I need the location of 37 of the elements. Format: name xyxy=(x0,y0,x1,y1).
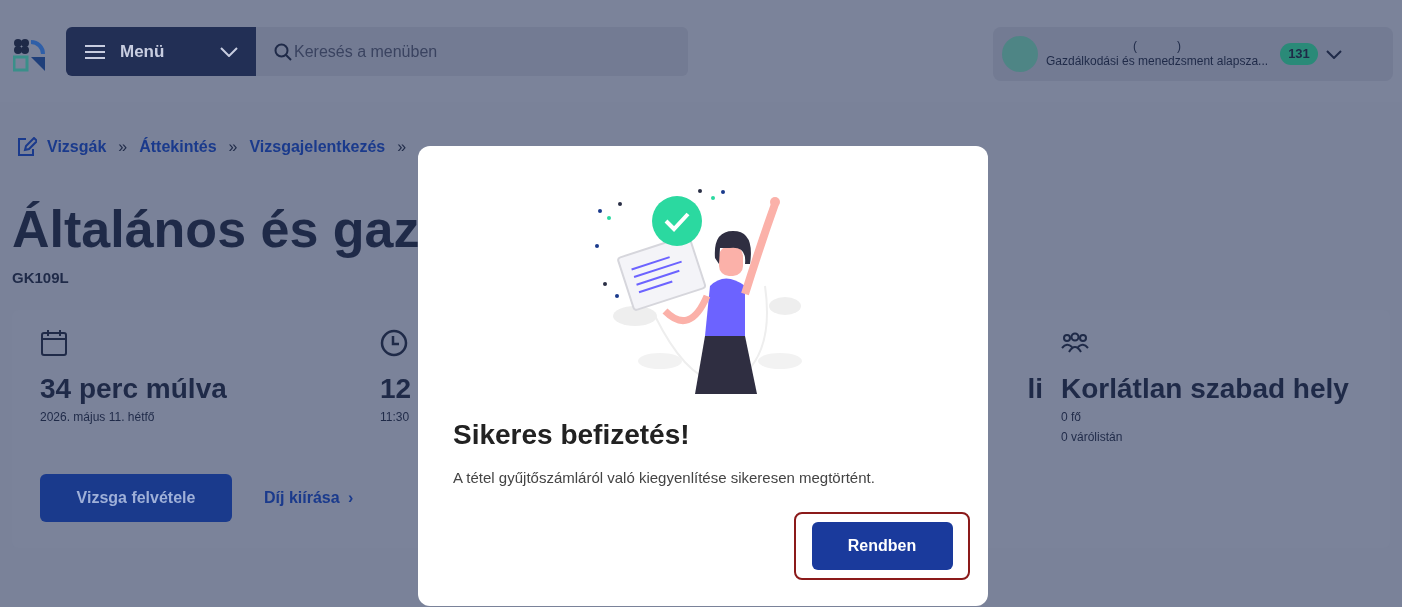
people-icon xyxy=(1061,331,1089,354)
search-field[interactable]: Keresés a menüben xyxy=(256,27,688,76)
account-switcher[interactable]: ( ) Gazdálkodási és menedzsment alapsza... 131 xyxy=(993,27,1393,81)
breadcrumb-link[interactable]: Vizsgák xyxy=(47,135,107,159)
clock-icon xyxy=(380,328,408,357)
notification-count: 131 xyxy=(1280,43,1318,65)
ok-button[interactable]: Rendben xyxy=(811,522,953,570)
search-icon xyxy=(274,43,292,61)
menu-icon xyxy=(84,43,106,60)
info-heading: Korlátlan szabad hely xyxy=(1061,371,1350,406)
info-detail: 0 várólistán xyxy=(1061,428,1124,446)
breadcrumb-separator: » xyxy=(397,137,407,157)
organization-name: Gazdálkodási és menedzsment alapsza... xyxy=(1046,54,1269,69)
info-detail: 11:30 xyxy=(380,408,411,426)
avatar xyxy=(1002,36,1038,72)
info-detail: 0 fő xyxy=(1061,408,1082,426)
info-heading: li xyxy=(1027,371,1043,406)
info-heading: 34 perc múlva xyxy=(40,371,228,406)
breadcrumb-link[interactable]: Vizsgajelentkezés xyxy=(249,135,386,159)
take-exam-button[interactable]: Vizsga felvétele xyxy=(40,473,232,522)
dialog-title: Sikeres befizetés! xyxy=(453,418,690,452)
info-heading: 12 xyxy=(380,371,413,406)
breadcrumb-separator: » xyxy=(118,137,128,157)
info-detail: 2026. május 11. hétfő xyxy=(40,408,156,426)
chevron-down-icon xyxy=(220,46,238,57)
menu-button[interactable]: Menü xyxy=(66,27,256,76)
edit-icon xyxy=(17,137,37,157)
chevron-down-icon xyxy=(1325,49,1342,59)
calendar-icon xyxy=(40,328,68,357)
fee-link[interactable]: Díj kiírása › xyxy=(264,485,354,510)
subject-code: GK109L xyxy=(12,268,70,288)
account-name: ( ) xyxy=(1133,39,1182,54)
breadcrumb-link[interactable]: Áttekintés xyxy=(139,135,217,159)
logo-icon[interactable] xyxy=(13,38,47,72)
dialog-message: A tétel gyűjtőszámláról való kiegyenlítése sikeresen megtörtént. xyxy=(453,468,875,488)
page-title: Általános és gaz xyxy=(12,199,421,259)
breadcrumb-separator: » xyxy=(228,137,238,157)
